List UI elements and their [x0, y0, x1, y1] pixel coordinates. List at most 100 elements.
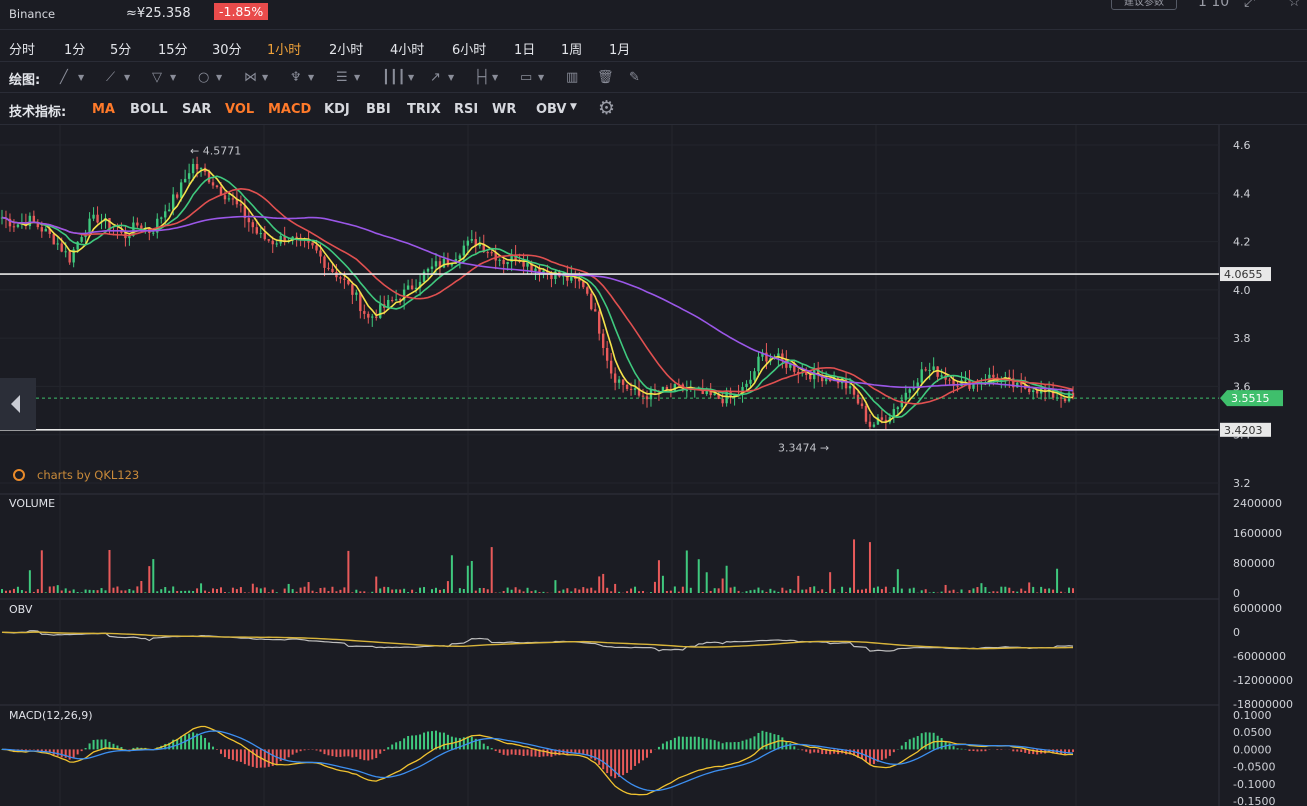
candle-body — [56, 243, 59, 245]
volume-bar — [554, 580, 557, 593]
bookmark-icon[interactable]: ☆ — [1288, 0, 1301, 10]
trash-icon[interactable]: 🗑 — [597, 69, 621, 87]
macd-bar — [765, 731, 768, 750]
candle-body — [179, 182, 183, 198]
macd-bar — [677, 736, 680, 750]
volume-bar — [928, 592, 931, 593]
top-bar: Binance ≈¥25.358 -1.85% 建议参数 1 10 ⤢ ☆ — [0, 0, 1307, 30]
volume-bar — [291, 589, 294, 593]
period-tab[interactable]: 1月 — [609, 39, 630, 58]
period-tab-active[interactable]: 1小时 — [267, 39, 301, 58]
indicator-ma[interactable]: MA — [92, 102, 115, 117]
volume-bar — [36, 589, 39, 593]
volume-bar — [912, 587, 915, 593]
expand-icon[interactable]: ⤢ — [1244, 0, 1255, 10]
period-tab[interactable]: 1分 — [64, 39, 85, 58]
period-tab[interactable]: 分时 — [9, 39, 35, 58]
macd-bar — [494, 749, 497, 752]
period-tab[interactable]: 5分 — [110, 39, 131, 58]
candle-body — [908, 389, 911, 393]
period-tab[interactable]: 4小时 — [390, 39, 424, 58]
price-axis: 4.64.44.24.03.83.63.43.22400000160000080… — [1233, 139, 1293, 806]
volume-bar — [419, 587, 422, 593]
candle-body — [498, 259, 501, 261]
ray-tool-icon[interactable]: ⟋ ▼ — [106, 69, 130, 87]
arrow-tool-icon[interactable]: ↗ ▼ — [430, 69, 454, 87]
volume-bar — [1068, 587, 1071, 593]
gann-tool-icon[interactable]: ┃┃┃ ▼ — [382, 69, 414, 87]
indicator-trix[interactable]: TRIX — [407, 102, 441, 117]
fibonacci-tool-icon[interactable]: ☰ ▼ — [336, 69, 360, 87]
obv-dropdown-icon[interactable]: ▼ — [570, 102, 577, 112]
ma5-line — [1, 168, 1074, 424]
candle-body — [275, 243, 278, 245]
candle-body — [175, 194, 179, 198]
volume-bar — [363, 591, 366, 593]
macd-bar — [789, 743, 792, 750]
volume-bar — [335, 591, 338, 593]
period-tab[interactable]: 6小时 — [452, 39, 486, 58]
period-tab[interactable]: 15分 — [158, 39, 188, 58]
indicator-kdj[interactable]: KDJ — [324, 102, 350, 117]
indicator-rsi[interactable]: RSI — [454, 102, 478, 117]
volume-bar — [713, 588, 716, 593]
volume-bar — [729, 587, 732, 593]
volume-bar — [64, 588, 67, 593]
volume-bar — [1028, 582, 1031, 593]
candle-body — [613, 373, 617, 383]
gear-icon[interactable]: ⚙ — [598, 97, 615, 119]
volume-title: VOLUME — [9, 497, 55, 510]
indicator-macd[interactable]: MACD — [268, 102, 311, 117]
pen-icon[interactable]: ✎ — [629, 69, 653, 87]
draw-label: 绘图: — [9, 73, 41, 88]
period-tab[interactable]: 1周 — [561, 39, 582, 58]
candle-body — [582, 281, 585, 288]
volume-bar — [809, 587, 812, 593]
candle-body — [745, 383, 748, 388]
candle-body — [211, 182, 215, 186]
macd-bar — [972, 749, 975, 752]
note-tool-icon[interactable]: ▭ ▼ — [520, 69, 544, 87]
macd-bar — [630, 749, 633, 770]
volume-bar — [351, 592, 354, 593]
volume-bar — [534, 590, 537, 593]
volume-bar — [614, 583, 617, 593]
suggest-params-button[interactable]: 建议参数 — [1111, 0, 1177, 10]
volume-bar — [12, 588, 15, 593]
candle-body — [594, 309, 597, 312]
volume-bar — [574, 588, 577, 593]
indicator-bbi[interactable]: BBI — [366, 102, 391, 117]
candle-body — [1032, 390, 1035, 392]
volume-bar — [188, 590, 191, 593]
pattern-tool-icon[interactable]: ⋈ ▼ — [244, 69, 268, 87]
period-tab[interactable]: 2小时 — [329, 39, 363, 58]
candle-body — [279, 235, 282, 244]
candle-body — [255, 227, 258, 234]
candle-body — [848, 386, 852, 389]
volume-bar — [299, 587, 302, 593]
macd-bar — [1072, 749, 1075, 752]
macd-bar — [239, 749, 242, 762]
volume-bar — [522, 591, 525, 593]
indicator-obv[interactable]: OBV — [536, 102, 567, 117]
macd-bar — [522, 749, 525, 756]
line-tool-icon[interactable]: ╱ ▼ — [60, 69, 84, 87]
indicator-boll[interactable]: BOLL — [130, 102, 168, 117]
scroll-left-button[interactable] — [0, 378, 36, 430]
fork-tool-icon[interactable]: ♆ ▼ — [290, 69, 314, 87]
chart-canvas[interactable]: 4.64.44.24.03.83.63.43.22400000160000080… — [0, 125, 1307, 806]
channel-tool-icon[interactable]: ▽ ▼ — [152, 69, 176, 87]
volume-bar — [976, 587, 979, 593]
measure-tool-icon[interactable]: ├┤ ▼ — [474, 69, 498, 87]
candle-body — [486, 252, 489, 254]
period-tab[interactable]: 30分 — [212, 39, 242, 58]
bar-chart-icon[interactable]: ▥ — [566, 69, 590, 87]
volume-bar — [813, 586, 816, 593]
shape-tool-icon[interactable]: ○ ▼ — [198, 69, 222, 87]
volume-tick-label: 2400000 — [1233, 497, 1282, 510]
indicator-wr[interactable]: WR — [492, 102, 516, 117]
indicator-vol[interactable]: VOL — [225, 102, 254, 117]
indicator-sar[interactable]: SAR — [182, 102, 211, 117]
period-tab[interactable]: 1日 — [514, 39, 535, 58]
volume-bar — [940, 591, 943, 593]
